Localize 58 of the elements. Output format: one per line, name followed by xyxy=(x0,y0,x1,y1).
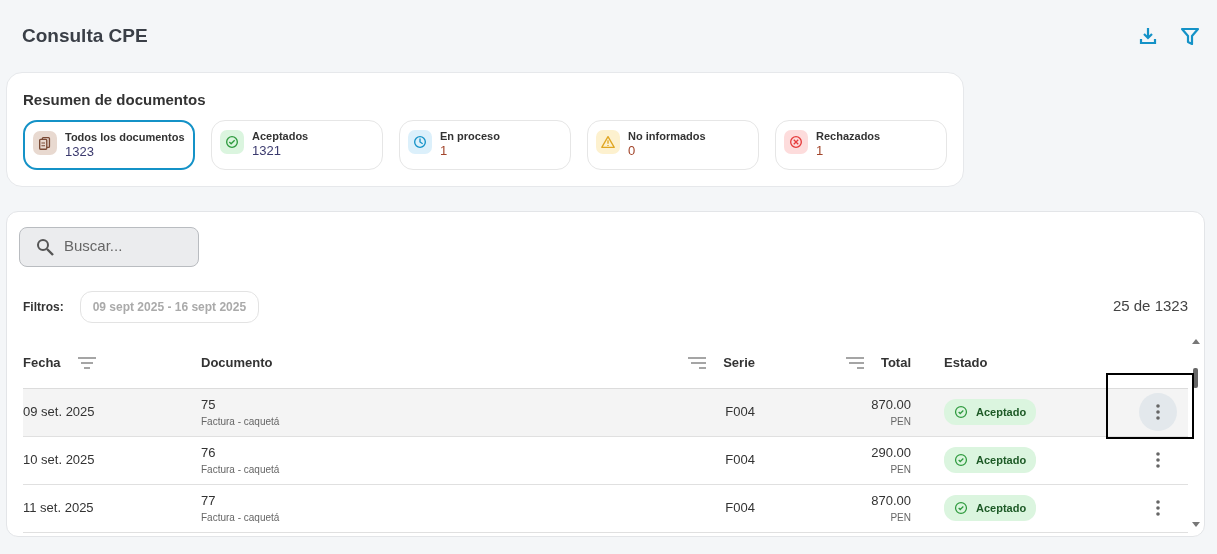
summary-tab[interactable]: En proceso 1 xyxy=(399,119,571,170)
currency: PEN xyxy=(890,511,911,526)
result-count: 25 de 1323 xyxy=(1112,296,1188,317)
column-header[interactable]: Fecha xyxy=(23,353,61,373)
more-icon xyxy=(1156,404,1160,420)
status-badge: Aceptado xyxy=(944,494,1037,522)
table-cell-text: 11 set. 2025 xyxy=(23,499,95,518)
x-circle-icon xyxy=(788,133,804,150)
summary-tab[interactable]: No informados 0 xyxy=(587,119,759,170)
column-header[interactable]: Serie xyxy=(723,353,755,373)
document-type: Factura - caquetá xyxy=(201,511,281,526)
check-circle-icon xyxy=(224,133,240,150)
table-cell: F004 xyxy=(725,452,755,468)
check-circle-icon xyxy=(954,501,968,515)
more-icon xyxy=(1156,452,1160,468)
filters-label: Filtros: xyxy=(23,298,64,316)
search-field[interactable]: Buscar... xyxy=(19,226,199,267)
document-type: Factura - caquetá xyxy=(201,415,281,430)
table-cell-text: 10 set. 2025 xyxy=(23,451,96,470)
more-icon xyxy=(1156,500,1160,516)
more-button[interactable] xyxy=(1139,393,1177,431)
page-title: Consulta CPE xyxy=(22,24,148,48)
filter-icon[interactable] xyxy=(1181,27,1199,45)
summary-title: Resumen de documentos xyxy=(23,90,207,110)
amount: 290.00 xyxy=(871,443,911,462)
column-header[interactable]: Estado xyxy=(944,353,988,373)
check-circle-icon xyxy=(954,405,968,419)
table-cell: F004 xyxy=(725,500,755,516)
amount: 870.00 xyxy=(871,395,911,414)
clock-icon xyxy=(412,133,428,150)
table-cell: F004 xyxy=(725,404,755,420)
documents-icon xyxy=(37,134,53,151)
summary-tab[interactable]: Aceptados 1321 xyxy=(211,119,383,170)
document-number: 76 xyxy=(201,443,217,462)
warning-icon xyxy=(600,133,616,150)
document-number: 77 xyxy=(201,491,217,510)
status-badge: Aceptado xyxy=(944,446,1037,474)
table-cell-text: 09 set. 2025 xyxy=(23,403,96,422)
currency: PEN xyxy=(890,415,911,430)
sort-icon[interactable] xyxy=(844,356,865,370)
sort-icon[interactable] xyxy=(76,356,97,370)
check-circle-icon xyxy=(954,453,968,467)
column-header[interactable]: Documento xyxy=(201,353,273,373)
document-type: Factura - caquetá xyxy=(201,463,281,478)
search-icon xyxy=(36,237,54,256)
search-input[interactable]: Buscar... xyxy=(62,234,182,259)
currency: PEN xyxy=(890,463,911,478)
document-number: 75 xyxy=(201,395,217,414)
table-row[interactable]: 10 set. 2025 76 Factura - caquetá F004 290.00 PEN Aceptado xyxy=(23,436,1188,485)
sort-icon[interactable] xyxy=(687,356,708,370)
summary-tab[interactable]: Todos los documentos 1323 xyxy=(23,119,195,170)
status-badge: Aceptado xyxy=(944,398,1037,426)
amount: 870.00 xyxy=(871,491,911,510)
summary-tab[interactable]: Rechazados 1 xyxy=(775,119,947,170)
table-row[interactable]: 11 set. 2025 77 Factura - caquetá F004 870.00 PEN Aceptado xyxy=(23,484,1188,533)
table-row[interactable]: 09 set. 2025 75 Factura - caquetá F004 870.00 PEN Aceptado xyxy=(23,388,1188,437)
column-header[interactable]: Total xyxy=(880,353,911,373)
download-icon[interactable] xyxy=(1139,27,1157,45)
